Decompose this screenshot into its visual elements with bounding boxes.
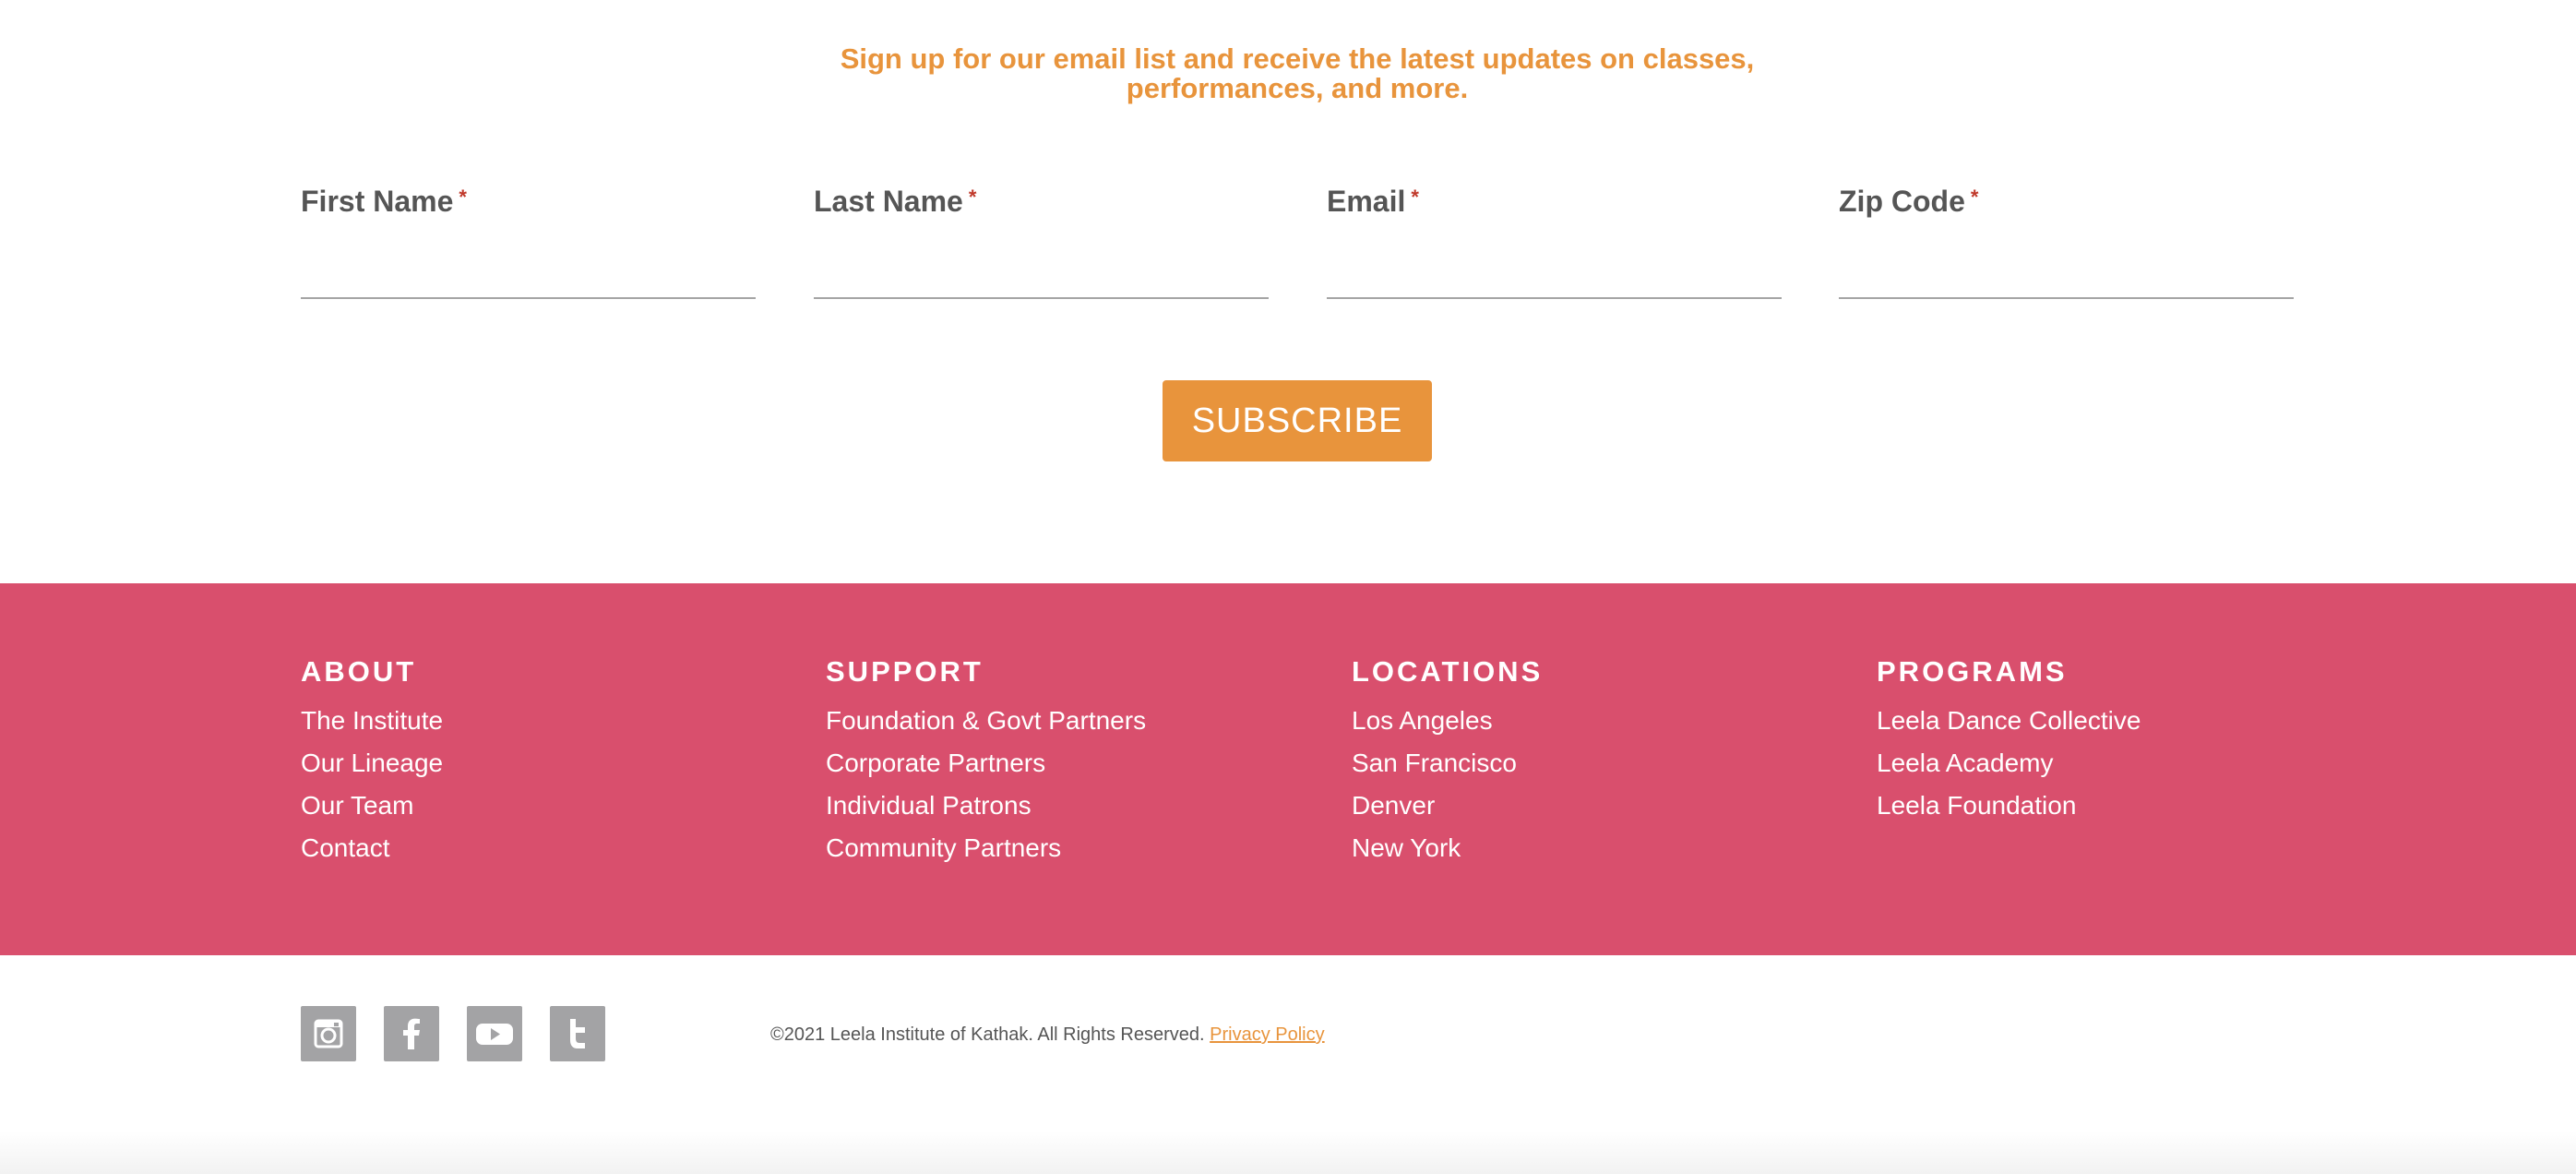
email-input[interactable] (1327, 249, 1782, 299)
footer-link-contact[interactable]: Contact (301, 833, 390, 862)
twitter-icon[interactable] (550, 1006, 605, 1061)
footer-bottom-bar: ©2021 Leela Institute of Kathak. All Rig… (0, 955, 2576, 1174)
first-name-input[interactable] (301, 249, 756, 299)
required-marker: * (459, 186, 467, 209)
instagram-icon[interactable] (301, 1006, 356, 1061)
signup-heading: Sign up for our email list and receive t… (840, 42, 1755, 104)
footer-link-list: The Institute Our Lineage Our Team Conta… (301, 700, 781, 869)
list-item: Individual Patrons (826, 785, 1306, 827)
list-item: Contact (301, 827, 781, 869)
footer-column-title: SUPPORT (826, 655, 984, 688)
zip-code-label-text: Zip Code (1839, 185, 1965, 218)
footer-column-title: ABOUT (301, 655, 417, 688)
footer-column-programs: PROGRAMS Leela Dance Collective Leela Ac… (1877, 655, 2356, 827)
email-label-text: Email (1327, 185, 1406, 218)
list-item: Leela Dance Collective (1877, 700, 2356, 742)
email-field-group: Email * (1327, 181, 1782, 303)
footer-link-san-francisco[interactable]: San Francisco (1352, 749, 1517, 777)
last-name-label: Last Name * (814, 181, 1269, 222)
last-name-field-group: Last Name * (814, 181, 1269, 303)
list-item: Leela Academy (1877, 742, 2356, 785)
privacy-policy-link[interactable]: Privacy Policy (1210, 1024, 1324, 1045)
footer-link-leela-dance-collective[interactable]: Leela Dance Collective (1877, 706, 2141, 735)
footer-link-individual-patrons[interactable]: Individual Patrons (826, 791, 1032, 820)
footer-column-locations: LOCATIONS Los Angeles San Francisco Denv… (1352, 655, 1831, 869)
first-name-label: First Name * (301, 181, 756, 222)
footer-column-title: PROGRAMS (1877, 655, 2068, 688)
required-marker: * (1970, 186, 1979, 209)
footer-link-community-partners[interactable]: Community Partners (826, 833, 1061, 862)
last-name-input[interactable] (814, 249, 1269, 299)
footer-link-foundation-govt-partners[interactable]: Foundation & Govt Partners (826, 706, 1146, 735)
list-item: Corporate Partners (826, 742, 1306, 785)
footer-link-list: Foundation & Govt Partners Corporate Par… (826, 700, 1306, 869)
email-signup-section: Sign up for our email list and receive t… (0, 0, 2576, 583)
footer-link-the-institute[interactable]: The Institute (301, 706, 443, 735)
list-item: The Institute (301, 700, 781, 742)
list-item: Denver (1352, 785, 1831, 827)
footer-link-leela-academy[interactable]: Leela Academy (1877, 749, 2053, 777)
list-item: New York (1352, 827, 1831, 869)
required-marker: * (968, 186, 977, 209)
zip-code-label: Zip Code * (1839, 181, 2294, 222)
footer-column-title: LOCATIONS (1352, 655, 1544, 688)
list-item: Our Lineage (301, 742, 781, 785)
footer-link-leela-foundation[interactable]: Leela Foundation (1877, 791, 2076, 820)
footer-link-our-lineage[interactable]: Our Lineage (301, 749, 443, 777)
footer-link-our-team[interactable]: Our Team (301, 791, 413, 820)
footer-column-about: ABOUT The Institute Our Lineage Our Team… (301, 655, 781, 869)
footer-column-support: SUPPORT Foundation & Govt Partners Corpo… (826, 655, 1306, 869)
zip-code-input[interactable] (1839, 249, 2294, 299)
subscribe-button[interactable]: SUBSCRIBE (1163, 380, 1432, 461)
copyright-notice: ©2021 Leela Institute of Kathak. All Rig… (770, 1024, 1325, 1046)
footer-links-band: ABOUT The Institute Our Lineage Our Team… (0, 583, 2576, 955)
email-label: Email * (1327, 181, 1782, 222)
list-item: Community Partners (826, 827, 1306, 869)
footer-link-corporate-partners[interactable]: Corporate Partners (826, 749, 1045, 777)
list-item: Los Angeles (1352, 700, 1831, 742)
last-name-label-text: Last Name (814, 185, 963, 218)
footer-link-new-york[interactable]: New York (1352, 833, 1461, 862)
first-name-field-group: First Name * (301, 181, 756, 303)
copyright-text: ©2021 Leela Institute of Kathak. All Rig… (770, 1024, 1205, 1045)
footer-link-los-angeles[interactable]: Los Angeles (1352, 706, 1493, 735)
list-item: San Francisco (1352, 742, 1831, 785)
footer-link-list: Los Angeles San Francisco Denver New Yor… (1352, 700, 1831, 869)
list-item: Foundation & Govt Partners (826, 700, 1306, 742)
youtube-icon[interactable] (467, 1006, 522, 1061)
footer-link-list: Leela Dance Collective Leela Academy Lee… (1877, 700, 2356, 827)
required-marker: * (1411, 186, 1419, 209)
facebook-icon[interactable] (384, 1006, 439, 1061)
first-name-label-text: First Name (301, 185, 454, 218)
list-item: Our Team (301, 785, 781, 827)
list-item: Leela Foundation (1877, 785, 2356, 827)
footer-link-denver[interactable]: Denver (1352, 791, 1435, 820)
zip-code-field-group: Zip Code * (1839, 181, 2294, 303)
